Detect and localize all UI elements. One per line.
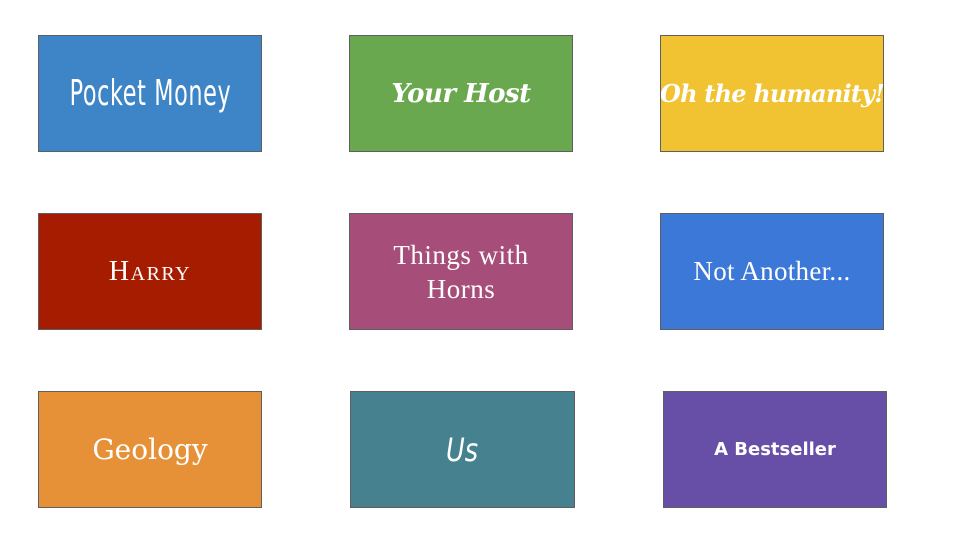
- tile-pocket-money[interactable]: Pocket Money: [38, 35, 262, 152]
- tile-label: Things with Horns: [393, 239, 529, 304]
- tile-not-another[interactable]: Not Another...: [660, 213, 884, 330]
- tile-things-with-horns[interactable]: Things with Horns: [349, 213, 573, 330]
- tile-a-bestseller[interactable]: A Bestseller: [663, 391, 887, 508]
- tile-label: Pocket Money: [69, 73, 231, 114]
- tile-label: Us: [446, 430, 479, 469]
- tile-label: Oh the humanity!: [660, 79, 884, 108]
- tile-us[interactable]: Us: [350, 391, 575, 508]
- tile-label: Not Another...: [693, 256, 851, 286]
- tile-label: A Bestseller: [714, 439, 836, 460]
- tile-harry[interactable]: Harry: [38, 213, 262, 330]
- tile-label: Your Host: [391, 78, 531, 109]
- tile-label: Harry: [108, 255, 192, 287]
- tile-label: Geology: [92, 433, 208, 466]
- tile-your-host[interactable]: Your Host: [349, 35, 573, 152]
- tile-oh-the-humanity[interactable]: Oh the humanity!: [660, 35, 884, 152]
- tile-geology[interactable]: Geology: [38, 391, 262, 508]
